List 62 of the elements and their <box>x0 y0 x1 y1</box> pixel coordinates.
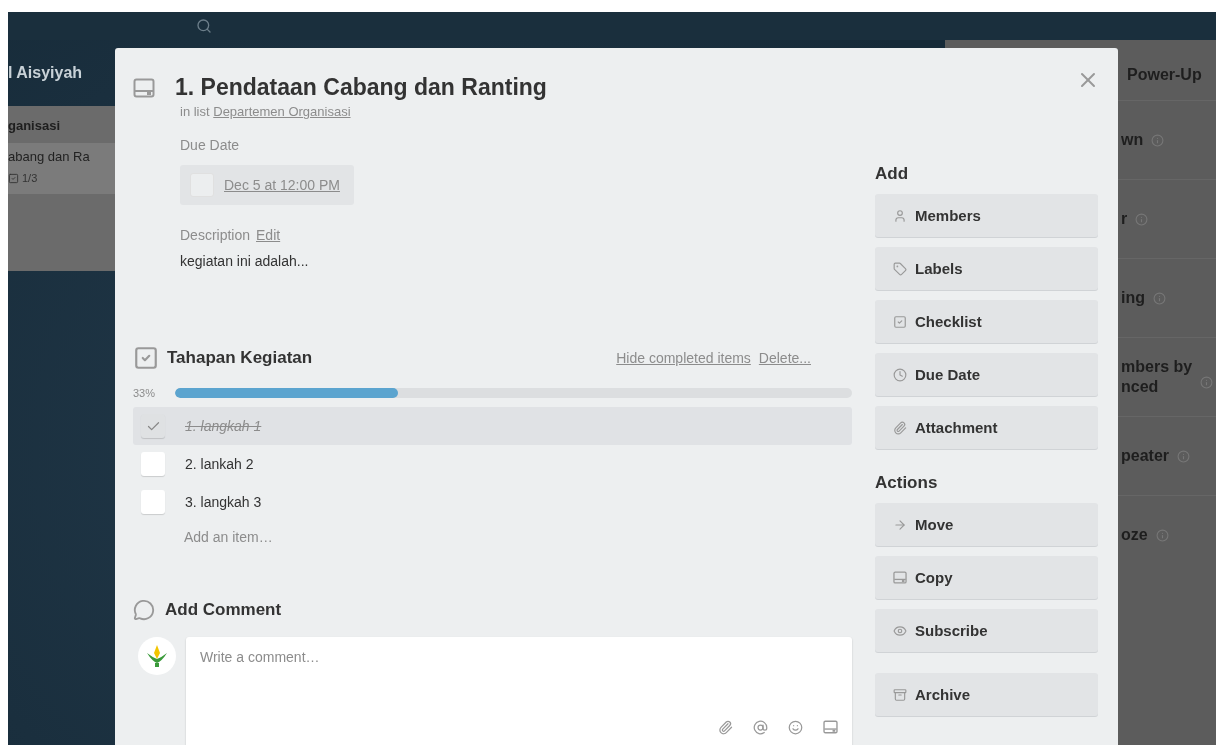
mention-icon[interactable] <box>753 720 768 735</box>
clock-icon <box>893 367 907 382</box>
power-up-name: mbers by nced <box>1121 357 1193 397</box>
checkbox[interactable] <box>141 490 165 514</box>
sidebar-button[interactable]: Due Date <box>875 353 1098 396</box>
sidebar-button[interactable]: Labels <box>875 247 1098 290</box>
info-icon[interactable] <box>1151 133 1165 147</box>
comment-input[interactable]: Write a comment… <box>200 649 838 689</box>
field-label: Due Date <box>180 137 241 153</box>
power-up-name: ing <box>1121 288 1145 308</box>
paperclip-icon <box>893 420 907 435</box>
sidebar-button[interactable]: Checklist <box>875 300 1098 343</box>
archive-icon <box>893 687 907 702</box>
card-tile[interactable]: abang dan Ra 1/3 <box>8 143 115 194</box>
power-up-name: r <box>1121 209 1128 229</box>
checklist-count: 1/3 <box>22 172 38 184</box>
card-icon[interactable] <box>823 720 838 734</box>
arrow-icon <box>893 517 907 532</box>
power-up-name: wn <box>1121 130 1144 150</box>
checklist-title: Tahapan Kegiatan <box>167 348 314 368</box>
progress-percent: 33% <box>133 387 157 399</box>
list-title: ganisasi <box>8 117 62 135</box>
speech-bubble-icon <box>133 599 155 621</box>
checkbox-icon <box>8 172 19 184</box>
comment-field[interactable]: Write a comment… <box>186 637 852 745</box>
card-icon <box>133 78 155 98</box>
checkbox[interactable] <box>141 452 165 476</box>
emoji-icon[interactable] <box>788 720 803 735</box>
checkbox-icon <box>893 314 907 329</box>
sidebar-button[interactable]: Attachment <box>875 406 1098 449</box>
checkbox-icon <box>133 345 159 371</box>
info-icon[interactable] <box>1135 212 1149 226</box>
power-up-name: peater <box>1121 446 1170 466</box>
info-icon[interactable] <box>1155 528 1169 542</box>
search-icon[interactable] <box>196 18 212 34</box>
power-up-name: oze <box>1121 525 1148 545</box>
sidebar-button[interactable]: Archive <box>875 673 1098 716</box>
section-title: Add <box>875 164 910 184</box>
field-label: Description <box>180 227 251 243</box>
card-title: abang dan Ra <box>8 149 91 164</box>
panel-title: Power-Up <box>1127 65 1203 85</box>
sidebar-button[interactable]: Move <box>875 503 1098 546</box>
card-title: 1. Pendataan Cabang dan Ranting <box>175 73 547 102</box>
paperclip-icon[interactable] <box>718 720 733 735</box>
person-icon <box>893 208 907 223</box>
section-title: Actions <box>875 473 939 493</box>
eye-icon <box>893 623 907 638</box>
tag-icon <box>893 261 907 276</box>
checklist-item[interactable]: 3. langkah 3 <box>185 494 262 510</box>
checklist-item[interactable]: 2. lankah 2 <box>185 456 254 472</box>
info-icon[interactable] <box>1177 449 1191 463</box>
info-icon[interactable] <box>1153 291 1166 305</box>
description-text: kegiatan ini adalah... <box>180 253 310 269</box>
card-icon <box>893 571 907 584</box>
board-title: l Aisyiyah <box>8 63 84 83</box>
sidebar-button[interactable]: Members <box>875 194 1098 237</box>
avatar <box>138 637 176 675</box>
sidebar-button[interactable]: Subscribe <box>875 609 1098 652</box>
list-info: in list Departemen Organisasi <box>180 104 352 119</box>
comment-title: Add Comment <box>165 600 283 620</box>
info-icon[interactable] <box>1200 376 1214 389</box>
sidebar-button[interactable]: Copy <box>875 556 1098 599</box>
